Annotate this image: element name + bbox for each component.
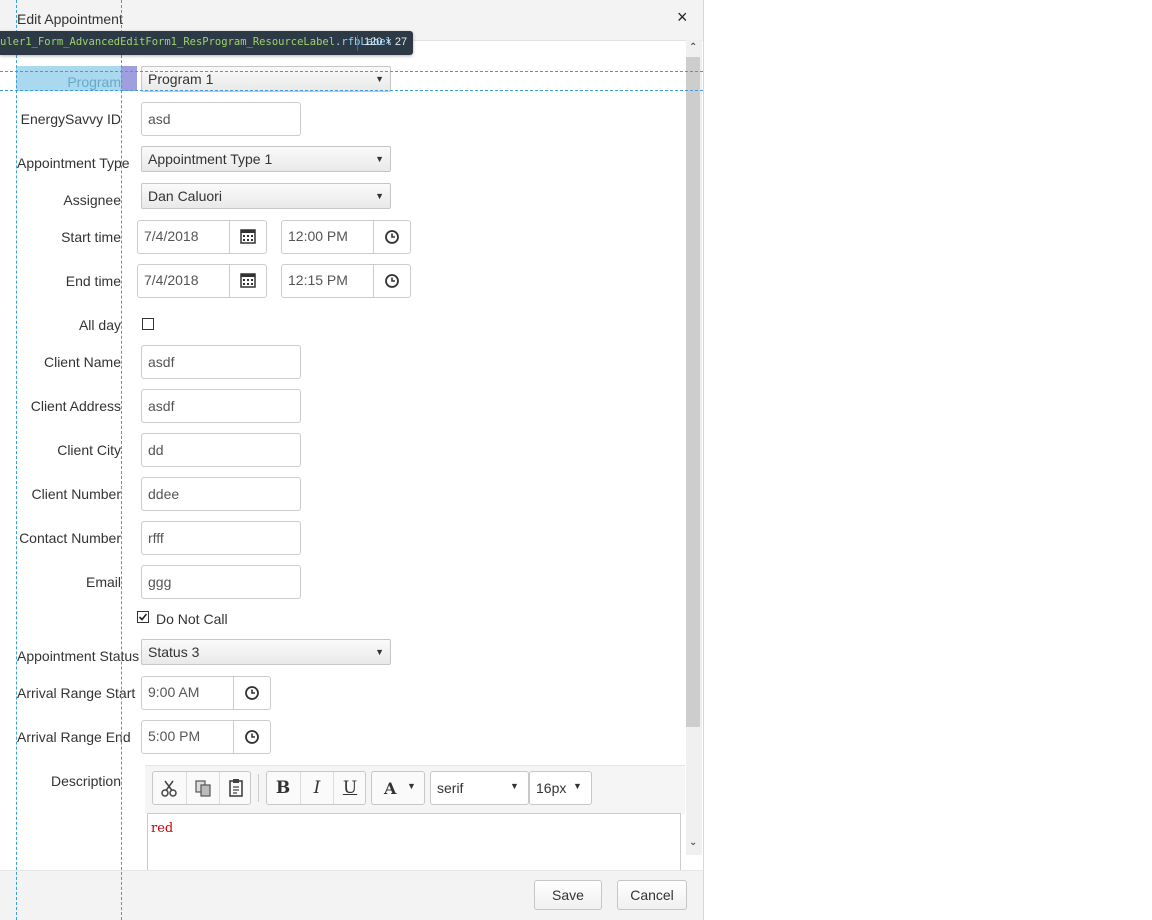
label-highlight-padding [121,66,137,91]
bold-button[interactable]: B [267,772,299,804]
paste-icon[interactable] [219,772,252,804]
font-size-value: 16px [536,780,567,796]
format-group: B I U [266,771,366,805]
client-address-input[interactable]: asdf [141,389,301,423]
arrival-range-end-value: 5:00 PM [148,728,201,744]
arrival-range-end-picker[interactable]: 5:00 PM [141,720,271,754]
appointment-type-select[interactable]: Appointment Type 1 ▼ [141,146,391,172]
clock-icon[interactable] [373,221,410,253]
scrollbar-thumb[interactable] [686,57,700,727]
assignee-label: Assignee [63,192,121,208]
chevron-down-icon: ▼ [407,781,416,791]
toolbar-separator [258,774,259,802]
clock-icon[interactable] [233,721,270,753]
guide-line-right [121,0,122,920]
start-time-picker[interactable]: 12:00 PM [281,220,411,254]
chevron-down-icon: ▼ [375,647,384,657]
email-input[interactable]: ggg [141,565,301,599]
arrival-range-start-value: 9:00 AM [148,684,200,700]
client-city-label: Client City [57,442,121,458]
contact-number-label: Contact Number [19,530,121,546]
description-content: red [151,821,174,836]
client-number-label: Client Number [31,486,121,502]
tooltip-separator [357,35,358,51]
scroll-down-arrow-icon[interactable]: ⌄ [689,837,697,848]
appointment-status-select[interactable]: Status 3 ▼ [141,639,391,665]
edit-appointment-dialog: Edit Appointment × Program Program 1 ▼ E… [0,0,704,920]
clock-icon[interactable] [373,265,410,297]
guide-line-bottom [0,90,703,91]
do-not-call-checkbox[interactable] [137,611,149,623]
underline-button[interactable]: U [333,772,366,804]
assignee-select[interactable]: Dan Caluori ▼ [141,183,391,209]
assignee-value: Dan Caluori [148,188,222,204]
scroll-up-arrow-icon[interactable]: ⌃ [689,42,697,53]
calendar-icon[interactable] [229,265,266,297]
tooltip-dimensions: 120 × 27 [364,36,408,48]
save-button[interactable]: Save [534,880,602,910]
contact-number-input[interactable]: rfff [141,521,301,555]
arrival-range-start-label: Arrival Range Start [17,685,136,701]
appointment-type-value: Appointment Type 1 [148,151,273,167]
end-date-picker[interactable]: 7/4/2018 [137,264,267,298]
clipboard-group [152,771,251,805]
do-not-call-label: Do Not Call [156,611,228,627]
program-select-value: Program 1 [148,71,214,87]
client-address-label: Client Address [30,398,121,414]
italic-button[interactable]: I [300,772,333,804]
description-label: Description [50,773,121,789]
devtools-element-tooltip: uler1_Form_AdvancedEditForm1_ResProgram_… [0,31,413,55]
description-editor[interactable]: red [147,813,681,875]
calendar-icon[interactable] [229,221,266,253]
chevron-down-icon: ▼ [573,781,582,791]
clock-icon[interactable] [233,677,270,709]
client-name-label: Client Name [43,354,121,370]
client-name-input[interactable]: asdf [141,345,301,379]
close-icon[interactable]: × [677,7,688,28]
arrival-range-start-picker[interactable]: 9:00 AM [141,676,271,710]
end-time-picker[interactable]: 12:15 PM [281,264,411,298]
checkmark-icon [138,613,148,621]
appointment-type-label: Appointment Type [17,155,130,171]
cancel-button[interactable]: Cancel [617,880,687,910]
client-city-input[interactable]: dd [141,433,301,467]
copy-icon[interactable] [186,772,219,804]
guide-line-left [16,0,17,920]
guide-line-top [0,71,703,72]
font-color-icon: A [384,779,397,798]
chevron-down-icon: ▼ [375,154,384,164]
email-label: Email [85,574,121,590]
end-time-label: End time [65,273,121,289]
font-size-select[interactable]: 16px ▼ [529,771,592,805]
arrival-range-end-label: Arrival Range End [17,729,131,745]
font-color-button[interactable]: A ▼ [371,771,425,805]
font-name-select[interactable]: serif ▼ [430,771,529,805]
cut-icon[interactable] [153,772,185,804]
energysavvy-id-label: EnergySavvy ID [20,111,121,127]
energysavvy-id-input[interactable]: asd [141,102,301,136]
start-time-label: Start time [61,229,121,245]
end-date-value: 7/4/2018 [144,272,199,288]
editor-toolbar: B I U A ▼ serif ▼ 16px ▼ [145,765,685,814]
chevron-down-icon: ▼ [375,191,384,201]
client-number-input[interactable]: ddee [141,477,301,511]
all-day-checkbox[interactable] [142,318,154,330]
program-select[interactable]: Program 1 ▼ [141,66,391,92]
start-time-value: 12:00 PM [288,228,348,244]
dialog-title: Edit Appointment [17,11,123,27]
start-date-picker[interactable]: 7/4/2018 [137,220,267,254]
tooltip-selector-id: uler1_Form_AdvancedEditForm1_ResProgram_… [0,36,336,48]
end-time-value: 12:15 PM [288,272,348,288]
font-name-value: serif [437,780,464,796]
tooltip-selector: uler1_Form_AdvancedEditForm1_ResProgram_… [0,36,392,48]
start-date-value: 7/4/2018 [144,228,199,244]
program-label: Program [67,74,121,90]
appointment-status-value: Status 3 [148,644,200,660]
vertical-scrollbar[interactable]: ⌃ ⌄ [686,40,702,855]
all-day-label: All day [78,317,121,333]
chevron-down-icon: ▼ [510,781,519,791]
